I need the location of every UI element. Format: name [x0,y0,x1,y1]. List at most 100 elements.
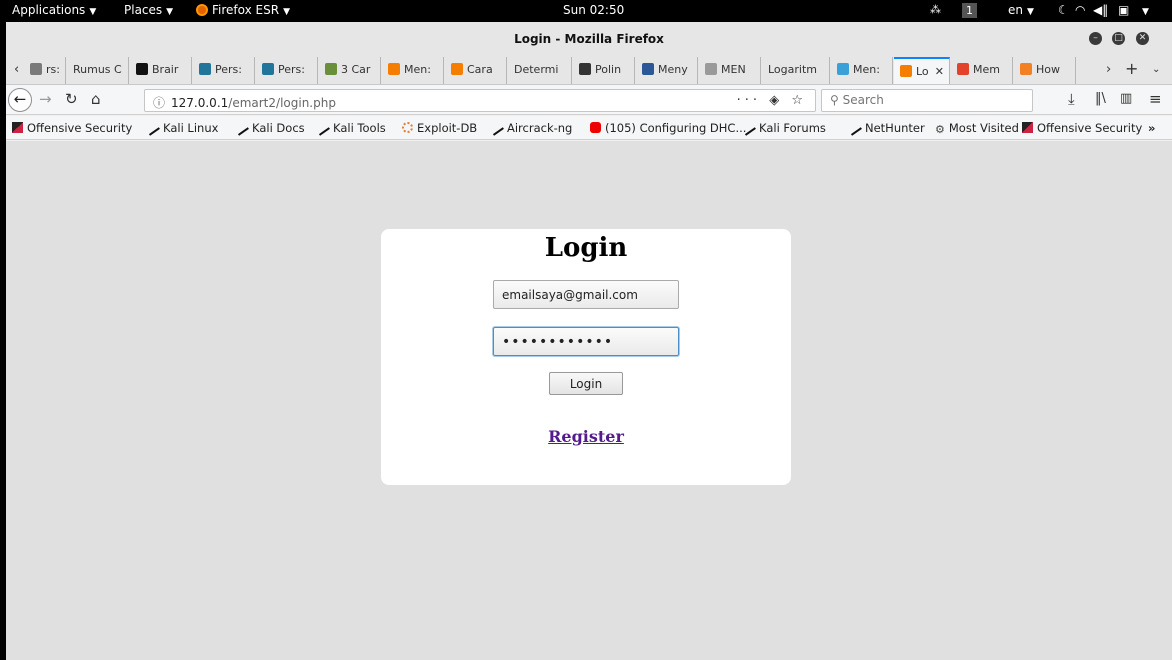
night-light-icon[interactable]: ☾ [1058,3,1069,17]
dragon-icon [235,123,249,136]
tab[interactable]: Pers: [193,57,255,84]
sidebar-icon[interactable]: ▥ [1120,91,1132,107]
os-icon [12,122,23,133]
clock[interactable]: Sun 02:50 [563,3,624,17]
bookmark-item[interactable]: Exploit-DB [402,121,477,135]
back-arrow-icon[interactable]: ← [8,88,32,112]
close-tab-icon[interactable]: ✕ [935,65,944,78]
tab-strip: ‹ rs: Rumus C Brair Pers: Pers: 3 Car Men: Cara… [6,55,1172,85]
tab-label: rs: [46,63,60,76]
wifi-icon[interactable]: ◠ [1075,3,1085,17]
applications-menu[interactable]: Applications ▼ [12,3,96,17]
bookmark-label: Offensive Security [27,121,133,135]
email-field[interactable] [493,280,679,309]
more-bookmarks-chevron-icon[interactable]: » [1148,121,1155,135]
network-sharing-icon[interactable]: ⁂ [930,3,941,16]
maximize-icon[interactable]: □ [1112,32,1125,45]
workspace-indicator[interactable]: 1 [962,3,977,18]
bookmark-item[interactable]: Offensive Security [12,121,132,135]
tab[interactable]: Rumus C [67,57,129,84]
tab-label: Logaritm [768,63,817,76]
places-label: Places [124,3,163,17]
tab-label: How [1036,63,1060,76]
bookmark-item[interactable]: Kali Forums [742,121,826,136]
url-bar[interactable]: ⓘ 127.0.0.1/emart2/login.php ··· ◈ ☆ [144,89,816,112]
password-field[interactable] [493,327,679,356]
bookmark-label: NetHunter [865,121,925,135]
system-menu-caret-icon[interactable]: ▼ [1138,3,1149,17]
tab-label: Pers: [278,63,305,76]
bookmark-item[interactable]: Aircrack-ng [490,121,572,136]
register-link[interactable]: Register [548,427,624,446]
tab-favicon-icon [451,63,463,75]
tab-favicon-icon [1020,63,1032,75]
tab-label: Men: [853,63,880,76]
page-title: Login [544,233,628,263]
home-icon[interactable]: ⌂ [91,91,101,107]
battery-icon[interactable]: ▣ [1118,3,1129,17]
tab[interactable]: Polin [573,57,635,84]
list-all-tabs-icon[interactable]: ⌄ [1152,64,1160,75]
page-actions-menu-icon[interactable]: ··· [737,93,761,108]
tab[interactable]: Pers: [256,57,318,84]
places-menu[interactable]: Places ▼ [124,3,173,17]
tab[interactable]: MEN [699,57,761,84]
tab-favicon-icon [957,63,969,75]
tab[interactable]: Determi [508,57,572,84]
library-icon[interactable]: ‖\ [1095,91,1106,107]
tab[interactable]: Men: [831,57,893,84]
tab[interactable]: Brair [130,57,192,84]
tab-favicon-icon [30,63,42,75]
search-input[interactable] [842,93,1023,107]
keyboard-layout-label: en [1008,3,1023,17]
tab[interactable]: Men: [382,57,444,84]
firefox-icon [196,4,208,16]
tab-label: Meny [658,63,688,76]
tab-favicon-icon [837,63,849,75]
close-window-icon[interactable]: ✕ [1136,32,1149,45]
reload-icon[interactable]: ↻ [65,91,78,107]
search-bar: ⚲ [821,89,1033,112]
tab[interactable]: Logaritm [762,57,830,84]
tab[interactable]: How [1014,57,1076,84]
tab[interactable]: Lo ✕ [894,57,950,84]
tab-favicon-icon [579,63,591,75]
search-icon: ⚲ [830,93,839,107]
new-tab-icon[interactable]: + [1125,59,1138,78]
login-button[interactable]: Login [549,372,623,395]
bookmark-item[interactable]: Kali Tools [316,121,386,136]
downloads-icon[interactable]: ⤓ [1068,91,1075,107]
dragon-icon [316,123,330,136]
bookmark-star-icon[interactable]: ☆ [791,93,807,108]
keyboard-layout-menu[interactable]: en ▼ [1008,3,1034,17]
tab[interactable]: Mem [951,57,1013,84]
pocket-icon[interactable]: ◈ [769,93,783,108]
bookmark-label: Kali Forums [759,121,826,135]
bookmark-item[interactable]: Offensive Security [1022,121,1142,135]
yt-icon [590,122,601,133]
tab-label: Cara [467,63,493,76]
volume-icon[interactable]: ◀‖ [1093,3,1108,17]
bookmark-item[interactable]: ⚙ Most Visited [935,121,1019,136]
scroll-tabs-left-icon[interactable]: ‹ [14,62,19,77]
bookmark-item[interactable]: Kali Docs [235,121,305,136]
tab-label: Pers: [215,63,242,76]
tab[interactable]: rs: [24,57,66,84]
forward-arrow-icon[interactable]: → [39,91,52,107]
tab[interactable]: 3 Car [319,57,381,84]
url-host: 127.0.0.1 [171,96,229,110]
tab-label: Determi [514,63,559,76]
scroll-tabs-right-icon[interactable]: › [1106,62,1111,77]
bookmark-item[interactable]: NetHunter [848,121,925,136]
app-menu[interactable]: Firefox ESR ▼ [196,3,290,17]
tab-label: Lo [916,65,929,78]
os-icon [1022,122,1033,133]
tab[interactable]: Cara [445,57,507,84]
caret-down-icon: ▼ [166,7,174,17]
site-info-icon[interactable]: ⓘ [153,96,165,110]
tab[interactable]: Meny [636,57,698,84]
bookmark-item[interactable]: (105) Configuring DHC... [590,121,746,135]
bookmark-item[interactable]: Kali Linux [146,121,218,136]
hamburger-menu-icon[interactable]: ≡ [1149,91,1162,107]
minimize-icon[interactable]: – [1089,32,1102,45]
